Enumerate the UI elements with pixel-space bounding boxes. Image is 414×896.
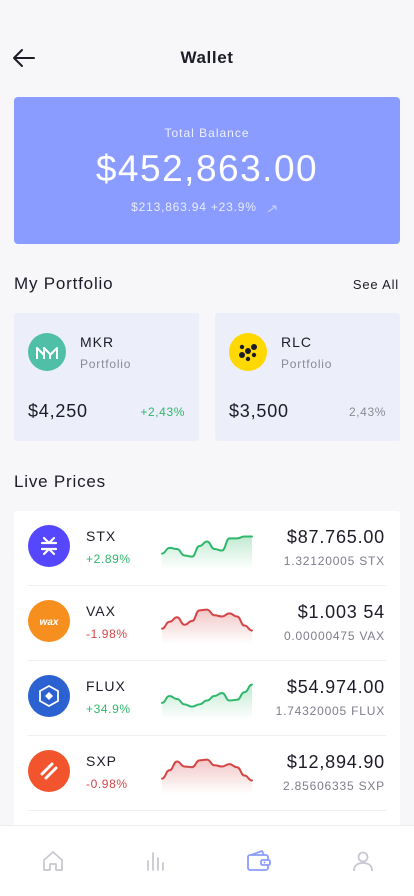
portfolio-symbol: MKR <box>80 334 115 350</box>
sparkline-chart <box>161 758 253 794</box>
coin-change: -1.98% <box>86 627 128 641</box>
coin-symbol: FLUX <box>86 678 126 694</box>
nav-home[interactable] <box>40 848 66 874</box>
portfolio-section-title: My Portfolio <box>14 274 114 293</box>
portfolio-subtitle: Portfolio <box>80 357 132 371</box>
nav-stats[interactable] <box>142 848 168 874</box>
bottom-navigation <box>0 826 414 896</box>
sparkline-area <box>162 609 252 644</box>
sparkline-chart <box>161 535 253 569</box>
home-icon <box>43 851 63 871</box>
coin-amount: 1.32120005 STX <box>283 554 385 568</box>
balance-change-text: $213,863.94 +23.9% <box>131 200 257 214</box>
sparkline-chart <box>161 608 253 644</box>
iexec-logo-icon <box>229 333 267 371</box>
portfolio-card-mkr[interactable]: MKR Portfolio $4,250 +2,43% <box>14 313 199 441</box>
app-header: Wallet <box>0 36 414 80</box>
coin-price: $54.974.00 <box>286 677 385 697</box>
portfolio-value: $4,250 <box>28 401 88 421</box>
wax-logo-icon: wax <box>28 600 70 642</box>
profile-icon <box>353 851 373 872</box>
sparkline-area <box>162 684 252 719</box>
coin-symbol: SXP <box>86 753 118 769</box>
portfolio-symbol: RLC <box>281 334 313 350</box>
balance-change: $213,863.94 +23.9% <box>14 200 400 214</box>
list-item-sxp[interactable]: SXP -0.98% $12,894.90 2.85606335 SXP <box>14 736 400 811</box>
total-balance-card: Total Balance $452,863.00 $213,863.94 +2… <box>14 97 400 244</box>
total-balance-label: Total Balance <box>164 126 250 140</box>
list-item-stx[interactable]: STX +2.89% $87.765.00 1.32120005 STX <box>14 511 400 586</box>
coin-price: $87.765.00 <box>286 527 385 547</box>
portfolio-change: +2,43% <box>140 405 185 419</box>
live-prices-list: STX +2.89% $87.765.00 1.32120005 STX wax… <box>14 511 400 831</box>
coin-amount: 1.74320005 FLUX <box>275 704 385 718</box>
list-item-vax[interactable]: wax VAX -1.98% $1.003 54 0.00000475 VAX <box>14 586 400 661</box>
portfolio-change: 2,43% <box>348 405 386 419</box>
live-prices-section-title: Live Prices <box>14 472 106 491</box>
portfolio-card-rlc[interactable]: RLC Portfolio $3,500 2,43% <box>215 313 400 441</box>
coin-change: -0.98% <box>86 777 128 791</box>
coin-change: +34.9% <box>86 702 131 716</box>
coin-price: $1.003 54 <box>297 602 385 622</box>
nav-wallet[interactable] <box>246 848 272 874</box>
wallet-icon <box>247 850 271 871</box>
divider <box>28 810 386 811</box>
list-item-flux[interactable]: FLUX +34.9% $54.974.00 1.74320005 FLUX <box>14 661 400 736</box>
chart-icon <box>147 852 164 871</box>
coin-price: $12,894.90 <box>286 752 385 772</box>
coin-symbol: STX <box>86 528 117 544</box>
flux-logo-icon <box>28 675 70 717</box>
sparkline-area <box>162 759 252 794</box>
page-title: Wallet <box>180 48 234 67</box>
see-all-link[interactable]: See All <box>353 277 399 292</box>
total-balance-amount: $452,863.00 <box>95 148 319 189</box>
coin-amount: 0.00000475 VAX <box>283 629 385 643</box>
nav-profile[interactable] <box>350 848 376 874</box>
portfolio-value: $3,500 <box>229 401 289 421</box>
stacks-logo-icon <box>28 525 70 567</box>
coin-symbol: VAX <box>86 603 116 619</box>
swipe-logo-icon <box>28 750 70 792</box>
maker-logo-icon <box>28 333 66 371</box>
coin-change: +2.89% <box>86 552 131 566</box>
svg-text:wax: wax <box>40 617 59 628</box>
portfolio-subtitle: Portfolio <box>281 357 333 371</box>
trend-up-arrow-icon <box>267 205 277 213</box>
sparkline-chart <box>161 683 253 719</box>
coin-amount: 2.85606335 SXP <box>283 779 385 793</box>
